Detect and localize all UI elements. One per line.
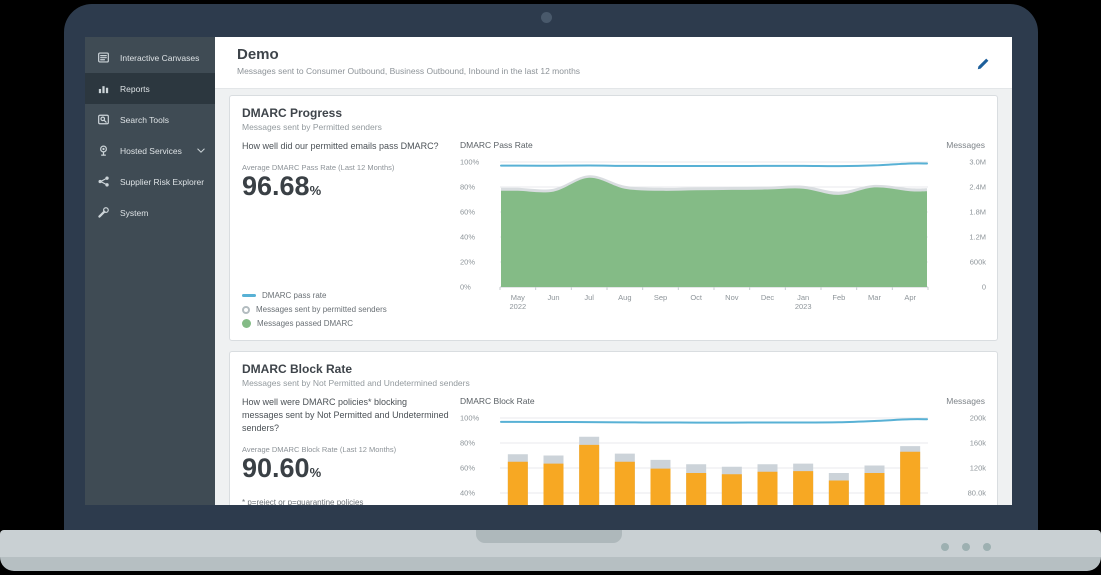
chart-legend: DMARC pass rate Messages sent by permitt… <box>242 291 450 328</box>
svg-text:100%: 100% <box>460 414 480 423</box>
card-dmarc-progress: DMARC Progress Messages sent by Permitte… <box>229 95 998 341</box>
page-title: Demo <box>237 46 972 63</box>
dmarc-block-rate-chart: 100%200k80%160k60%120k40%80.0k20%40.0k0%… <box>460 410 987 505</box>
card-title: DMARC Block Rate <box>242 362 985 376</box>
legend-item: Messages passed DMARC <box>242 319 450 328</box>
sidebar-item-label: Hosted Services <box>120 146 182 156</box>
sidebar-item-hosted-services[interactable]: Hosted Services <box>85 135 215 166</box>
metric-value: 96.68% <box>242 172 450 202</box>
svg-text:Jul: Jul <box>584 293 594 302</box>
card-question: How well were DMARC policies* blocking m… <box>242 396 450 435</box>
legend-item: DMARC pass rate <box>242 291 450 300</box>
card-dmarc-block-rate: DMARC Block Rate Messages sent by Not Pe… <box>229 351 998 505</box>
card-question: How well did our permitted emails pass D… <box>242 140 450 153</box>
svg-text:60%: 60% <box>460 208 475 217</box>
svg-text:Jan2023: Jan2023 <box>795 293 812 311</box>
sidebar-item-label: Search Tools <box>120 115 169 125</box>
svg-text:0: 0 <box>982 283 986 292</box>
svg-text:1.8M: 1.8M <box>969 208 986 217</box>
sidebar-item-interactive-canvases[interactable]: Interactive Canvases <box>85 42 215 73</box>
chart-title: DMARC Block Rate <box>460 396 535 406</box>
sidebar: Interactive Canvases Reports Search Tool… <box>85 37 215 505</box>
base-dot-icon <box>962 543 970 551</box>
dmarc-pass-rate-chart: 100% 3.0M 80% 2.4M 60% 1.8M 40% 1.2M 20% 600k 0% 0 M… <box>460 154 987 330</box>
svg-text:80.0k: 80.0k <box>968 489 987 498</box>
chevron-down-icon <box>197 148 205 154</box>
page-subtitle: Messages sent to Consumer Outbound, Busi… <box>237 66 972 76</box>
laptop-mockup: Interactive Canvases Reports Search Tool… <box>0 0 1101 575</box>
sidebar-item-system[interactable]: System <box>85 197 215 228</box>
sidebar-item-label: Reports <box>120 84 150 94</box>
card-subtitle: Messages sent by Not Permitted and Undet… <box>242 378 985 388</box>
card-subtitle: Messages sent by Permitted senders <box>242 122 985 132</box>
svg-text:Jun: Jun <box>547 293 559 302</box>
block-rate-chart-region: DMARC Block Rate Messages 100% 200k 80% 160… <box>460 396 985 505</box>
ring-swatch <box>242 306 250 314</box>
svg-text:Nov: Nov <box>725 293 739 302</box>
svg-text:0%: 0% <box>460 283 471 292</box>
chart-title: DMARC Pass Rate <box>460 140 533 150</box>
hosted-services-icon <box>97 144 110 157</box>
pencil-icon <box>975 56 991 72</box>
search-tools-icon <box>97 113 110 126</box>
dot-swatch <box>242 319 251 328</box>
svg-text:1.2M: 1.2M <box>969 233 986 242</box>
base-dot-icon <box>983 543 991 551</box>
content: DMARC Progress Messages sent by Permitte… <box>215 89 1012 505</box>
card-title: DMARC Progress <box>242 106 985 120</box>
sidebar-item-supplier-risk-explorer[interactable]: Supplier Risk Explorer <box>85 166 215 197</box>
svg-text:Dec: Dec <box>761 293 775 302</box>
reports-bar-chart-icon <box>97 82 110 95</box>
sidebar-item-reports[interactable]: Reports <box>85 73 215 104</box>
svg-text:Aug: Aug <box>618 293 631 302</box>
policies-footnote: * p=reject or p=quarantine policies <box>242 498 450 505</box>
canvases-icon <box>97 51 110 64</box>
sidebar-item-label: Interactive Canvases <box>120 53 199 63</box>
svg-text:Sep: Sep <box>654 293 667 302</box>
svg-text:Oct: Oct <box>690 293 703 302</box>
line-swatch <box>242 294 256 297</box>
svg-text:May2022: May2022 <box>509 293 526 311</box>
svg-text:120k: 120k <box>970 464 987 473</box>
svg-text:2.4M: 2.4M <box>969 183 986 192</box>
supplier-risk-icon <box>97 175 110 188</box>
svg-text:80%: 80% <box>460 439 475 448</box>
webcam-icon <box>541 12 552 23</box>
main-area: Demo Messages sent to Consumer Outbound,… <box>215 37 1012 505</box>
svg-text:Mar: Mar <box>868 293 881 302</box>
svg-text:600k: 600k <box>970 258 987 267</box>
svg-text:100%: 100% <box>460 158 480 167</box>
chart-right-axis-title: Messages <box>946 396 985 406</box>
pass-rate-chart-region: DMARC Pass Rate Messages 100% 3.0M 80% 2.4M… <box>460 140 985 330</box>
svg-text:3.0M: 3.0M <box>969 158 986 167</box>
metric-value: 90.60% <box>242 454 450 484</box>
svg-text:Apr: Apr <box>904 293 916 302</box>
sidebar-item-search-tools[interactable]: Search Tools <box>85 104 215 135</box>
svg-text:160k: 160k <box>970 439 987 448</box>
svg-text:200k: 200k <box>970 414 987 423</box>
edit-report-button[interactable] <box>972 54 994 76</box>
svg-text:60%: 60% <box>460 464 475 473</box>
chart-right-axis-title: Messages <box>946 140 985 150</box>
svg-text:Feb: Feb <box>832 293 845 302</box>
laptop-base-edge <box>0 557 1101 571</box>
page-header: Demo Messages sent to Consumer Outbound,… <box>215 37 1012 89</box>
svg-text:40%: 40% <box>460 233 475 242</box>
legend-item: Messages sent by permitted senders <box>242 305 450 314</box>
sidebar-item-label: System <box>120 208 148 218</box>
svg-text:80%: 80% <box>460 183 475 192</box>
laptop-base-notch <box>476 530 622 543</box>
sidebar-item-label: Supplier Risk Explorer <box>120 177 204 187</box>
svg-text:40%: 40% <box>460 489 475 498</box>
system-wrench-icon <box>97 206 110 219</box>
svg-text:20%: 20% <box>460 258 475 267</box>
base-dot-icon <box>941 543 949 551</box>
app-screen: Interactive Canvases Reports Search Tool… <box>85 37 1012 505</box>
